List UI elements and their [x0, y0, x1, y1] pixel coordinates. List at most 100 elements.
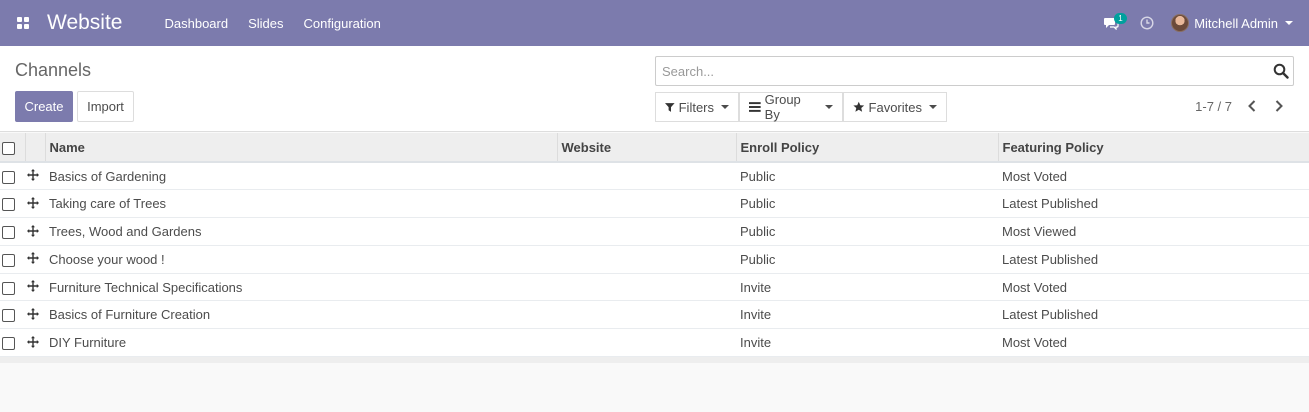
row-select-cell[interactable] — [0, 300, 25, 330]
row-checkbox[interactable] — [2, 226, 15, 240]
channels-table: Name Website Enroll Policy Featuring Pol… — [0, 133, 1309, 358]
select-all-checkbox[interactable] — [2, 141, 15, 155]
cell-website[interactable] — [557, 300, 736, 330]
group-by-icon — [749, 102, 761, 112]
table-row[interactable]: Furniture Technical Specifications Invite… — [0, 273, 1309, 302]
column-header-website[interactable]: Website — [556, 133, 736, 163]
row-checkbox[interactable] — [2, 309, 15, 323]
search-icon[interactable] — [1273, 63, 1289, 79]
user-menu[interactable]: Mitchell Admin — [1171, 14, 1293, 32]
cell-featuring-policy[interactable]: Latest Published — [998, 189, 1309, 219]
row-handle-cell[interactable] — [25, 273, 45, 302]
table-row[interactable]: Choose your wood ! Public Latest Published — [0, 245, 1309, 274]
search-input[interactable] — [656, 57, 1256, 85]
user-name: Mitchell Admin — [1194, 15, 1278, 31]
pager-previous-icon[interactable] — [1245, 98, 1259, 114]
row-select-cell[interactable] — [0, 217, 25, 246]
cell-enroll-policy[interactable]: Public — [736, 189, 998, 219]
row-checkbox[interactable] — [2, 281, 15, 295]
column-header-featuring-policy[interactable]: Featuring Policy — [997, 133, 1309, 163]
drag-handle-icon[interactable] — [27, 252, 39, 267]
table-row[interactable]: Taking care of Trees Public Latest Publish… — [0, 189, 1309, 219]
pager-value[interactable]: 1-7 / 7 — [1195, 99, 1232, 114]
group-by-label: Group By — [764, 92, 801, 122]
cell-enroll-policy[interactable]: Public — [736, 245, 998, 274]
cell-featuring-policy[interactable]: Latest Published — [998, 245, 1309, 274]
pager-next-icon[interactable] — [1272, 98, 1286, 114]
search-bar — [655, 56, 1294, 86]
drag-handle-icon[interactable] — [27, 335, 39, 351]
create-button[interactable]: Create — [15, 91, 73, 122]
menu-configuration[interactable]: Configuration — [304, 16, 381, 31]
drag-handle-icon[interactable] — [27, 307, 39, 323]
cell-name[interactable]: Basics of Gardening — [45, 162, 557, 191]
row-checkbox[interactable] — [2, 337, 15, 351]
table-row[interactable]: Basics of Gardening Public Most Voted — [0, 162, 1309, 191]
row-select-cell[interactable] — [0, 189, 25, 219]
table-row[interactable]: Basics of Furniture Creation Invite Latest… — [0, 300, 1309, 330]
row-handle-cell[interactable] — [25, 189, 45, 219]
cell-enroll-policy[interactable]: Public — [736, 217, 998, 246]
breadcrumb: Channels — [15, 60, 92, 80]
cell-name[interactable]: Choose your wood ! — [45, 245, 557, 274]
user-caret-icon — [1285, 21, 1293, 25]
cell-featuring-policy[interactable]: Latest Published — [998, 300, 1309, 330]
row-checkbox[interactable] — [2, 170, 15, 184]
table-row[interactable]: DIY Furniture Invite Most Voted — [0, 328, 1309, 358]
apps-menu-icon[interactable] — [0, 0, 46, 46]
cell-website[interactable] — [557, 273, 736, 302]
user-avatar — [1171, 14, 1190, 32]
row-select-cell[interactable] — [0, 273, 25, 302]
row-checkbox[interactable] — [2, 198, 15, 212]
row-checkbox[interactable] — [2, 253, 15, 267]
row-handle-cell[interactable] — [25, 300, 45, 330]
cell-name[interactable]: Basics of Furniture Creation — [45, 300, 557, 330]
filters-button[interactable]: Filters — [655, 92, 739, 122]
row-handle-cell[interactable] — [25, 328, 45, 358]
favorites-label: Favorites — [868, 99, 922, 115]
cell-enroll-policy[interactable]: Invite — [736, 300, 998, 330]
drag-handle-icon[interactable] — [27, 196, 39, 212]
handle-header — [24, 133, 45, 163]
activity-clock-icon[interactable] — [1127, 0, 1167, 46]
menu-dashboard[interactable]: Dashboard — [164, 16, 228, 31]
row-select-cell[interactable] — [0, 245, 25, 274]
cell-enroll-policy[interactable]: Invite — [736, 273, 998, 302]
cell-name[interactable]: Trees, Wood and Gardens — [45, 217, 557, 246]
row-handle-cell[interactable] — [25, 217, 45, 246]
row-select-cell[interactable] — [0, 328, 25, 358]
table-row[interactable]: Trees, Wood and Gardens Public Most Viewed — [0, 217, 1309, 246]
cell-enroll-policy[interactable]: Public — [736, 162, 998, 191]
row-handle-cell[interactable] — [25, 245, 45, 274]
cell-featuring-policy[interactable]: Most Viewed — [998, 217, 1309, 246]
row-handle-cell[interactable] — [25, 162, 45, 191]
drag-handle-icon[interactable] — [27, 169, 39, 184]
cell-featuring-policy[interactable]: Most Voted — [998, 162, 1309, 191]
cell-website[interactable] — [557, 189, 736, 219]
app-brand[interactable]: Website — [47, 11, 122, 35]
cell-website[interactable] — [557, 162, 736, 191]
group-by-button[interactable]: Group By — [739, 92, 843, 122]
select-all-header[interactable] — [0, 133, 25, 163]
messages-count-badge: 1 — [1114, 13, 1127, 24]
row-select-cell[interactable] — [0, 162, 25, 191]
import-button[interactable]: Import — [77, 91, 134, 122]
messages-icon[interactable]: 1 — [1095, 0, 1127, 46]
favorites-button[interactable]: Favorites — [843, 92, 947, 122]
cell-enroll-policy[interactable]: Invite — [736, 328, 998, 358]
control-panel: Channels Create Import Filters Group By … — [0, 46, 1309, 132]
cell-name[interactable]: DIY Furniture — [45, 328, 557, 358]
cell-website[interactable] — [557, 245, 736, 274]
drag-handle-icon[interactable] — [27, 280, 39, 295]
drag-handle-icon[interactable] — [27, 224, 39, 240]
column-header-enroll-policy[interactable]: Enroll Policy — [735, 133, 998, 163]
cell-featuring-policy[interactable]: Most Voted — [998, 273, 1309, 302]
cell-name[interactable]: Taking care of Trees — [45, 189, 557, 219]
top-navbar: Website Dashboard Slides Configuration 1… — [0, 0, 1309, 46]
menu-slides[interactable]: Slides — [248, 16, 283, 31]
cell-name[interactable]: Furniture Technical Specifications — [45, 273, 557, 302]
cell-website[interactable] — [557, 217, 736, 246]
cell-website[interactable] — [557, 328, 736, 358]
cell-featuring-policy[interactable]: Most Voted — [998, 328, 1309, 358]
column-header-name[interactable]: Name — [44, 133, 557, 163]
